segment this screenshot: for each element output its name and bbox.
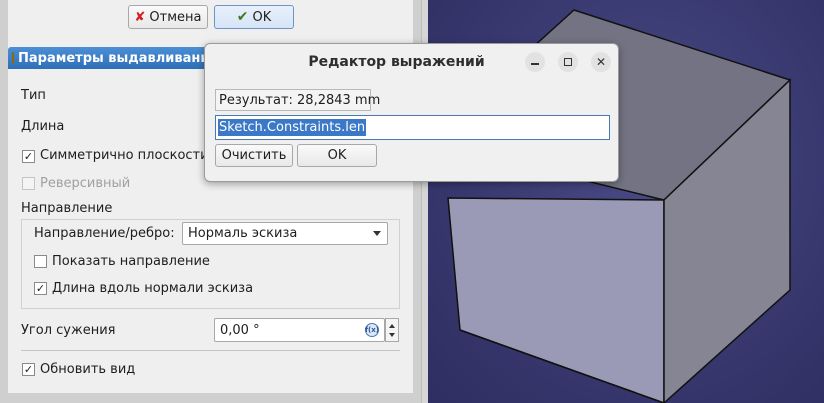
clear-button-label: Очистить (221, 148, 287, 163)
stepper-up-icon[interactable] (389, 324, 395, 328)
update-view-label: Обновить вид (40, 362, 136, 377)
taper-angle-input[interactable]: 0,00 ° f(x) (214, 318, 385, 342)
minimize-icon (531, 63, 539, 65)
maximize-button[interactable] (558, 52, 578, 72)
show-direction-checkbox[interactable] (34, 255, 47, 268)
expression-editor-dialog: Редактор выражений ✕ Результат: 28,2843 … (204, 43, 619, 182)
along-normal-checkbox[interactable]: ✓ (34, 282, 47, 295)
divider (21, 350, 400, 351)
direction-heading: Направление (21, 201, 113, 216)
cancel-icon: ✘ (134, 9, 146, 25)
pad-parameters-title: Параметры выдавливания (18, 50, 208, 66)
cancel-button-label: Отмена (149, 9, 202, 25)
stepper-down-icon[interactable] (389, 333, 395, 337)
taper-angle-stepper[interactable] (385, 318, 399, 342)
dialog-ok-button[interactable]: OK (297, 144, 377, 167)
result-display: Результат: 28,2843 mm (215, 89, 380, 111)
ok-button-label: OK (252, 9, 272, 25)
cube-front-face (447, 197, 665, 403)
reversed-label: Реверсивный (40, 176, 131, 191)
result-text: Результат: 28,2843 mm (219, 92, 381, 108)
ok-icon: ✔ (236, 9, 249, 25)
expression-text: Sketch.Constraints.len (218, 119, 367, 136)
symmetric-label: Симметрично плоскости (40, 148, 209, 163)
length-label: Длина (21, 119, 65, 134)
taper-angle-value: 0,00 ° (220, 322, 260, 338)
pad-parameters-header[interactable]: Параметры выдавливания (8, 47, 208, 69)
expression-icon[interactable]: f(x) (365, 323, 379, 337)
symmetric-checkbox[interactable]: ✓ (22, 150, 35, 163)
chevron-down-icon (373, 231, 381, 236)
show-direction-label: Показать направление (52, 254, 210, 269)
clear-button[interactable]: Очистить (215, 144, 293, 167)
dialog-ok-label: OK (327, 148, 347, 163)
minimize-button[interactable] (525, 52, 545, 72)
pad-feature-icon (12, 52, 14, 64)
along-normal-label: Длина вдоль нормали эскиза (52, 281, 254, 296)
dialog-title: Редактор выражений (308, 54, 485, 70)
direction-select[interactable]: Нормаль эскиза (182, 222, 388, 245)
close-button[interactable]: ✕ (591, 52, 611, 72)
cancel-button[interactable]: ✘ Отмена (128, 5, 208, 29)
reversed-checkbox[interactable] (22, 177, 35, 190)
expression-input[interactable]: Sketch.Constraints.len (215, 115, 610, 140)
taper-label: Угол сужения (21, 323, 116, 338)
update-view-checkbox[interactable]: ✓ (22, 363, 35, 376)
close-icon: ✕ (595, 55, 607, 69)
direction-select-value: Нормаль эскиза (188, 226, 298, 241)
direction-edge-label: Направление/ребро: (34, 226, 175, 241)
type-label: Тип (21, 88, 46, 103)
maximize-icon (564, 58, 572, 66)
ok-button[interactable]: ✔ OK (214, 5, 294, 29)
